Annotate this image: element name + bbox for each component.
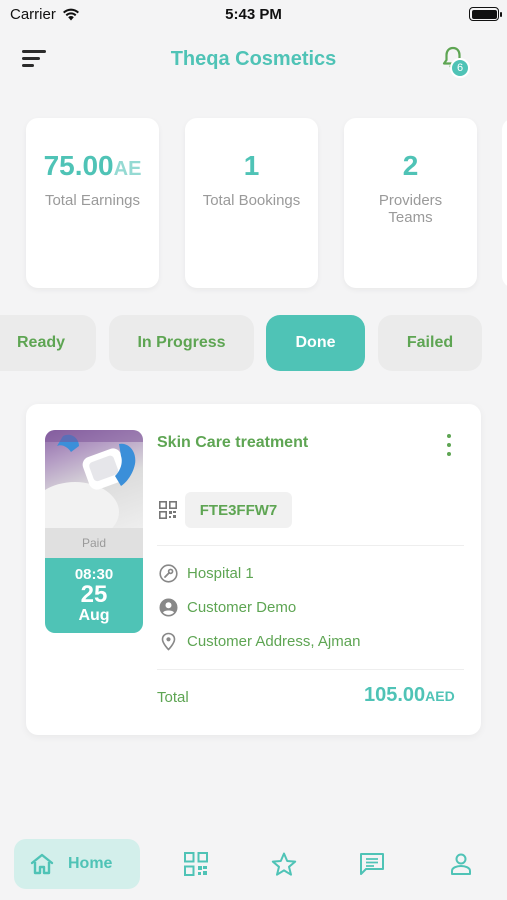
- user-icon: [451, 853, 471, 875]
- stat-card-next: [502, 118, 507, 288]
- total-amount: 105.00AED: [364, 684, 455, 706]
- wrench-icon: [159, 563, 178, 583]
- tab-failed[interactable]: Failed: [378, 315, 482, 371]
- stats-carousel[interactable]: 75.00AE Total Earnings 1 Total Bookings …: [26, 118, 507, 288]
- location-pin-icon: [161, 632, 176, 651]
- status-tabs: Ready In Progress Done Failed: [0, 315, 507, 371]
- wifi-icon: [62, 8, 79, 20]
- status-left: Carrier: [10, 6, 80, 23]
- divider: [157, 669, 464, 670]
- booking-thumbnail: Paid 08:30 25 Aug: [45, 430, 143, 633]
- app-title: Theqa Cosmetics: [170, 48, 337, 70]
- service-image: [45, 430, 143, 528]
- address-row: Customer Address, Ajman: [159, 630, 360, 652]
- nav-home[interactable]: Home: [14, 839, 140, 889]
- app-header: Theqa Cosmetics 6: [0, 40, 507, 80]
- tab-in-progress[interactable]: In Progress: [109, 315, 254, 371]
- carrier-label: Carrier: [10, 5, 56, 23]
- more-options-button[interactable]: [444, 434, 454, 456]
- stat-value-bookings: 1: [243, 150, 260, 181]
- nav-messages[interactable]: [358, 850, 386, 878]
- nav-profile[interactable]: [447, 850, 475, 878]
- customer-address: Customer Address, Ajman: [187, 632, 361, 650]
- notification-badge: 6: [450, 58, 470, 78]
- location-row: Hospital 1: [159, 562, 254, 584]
- booking-code: FTE3FFW7: [185, 492, 292, 528]
- customer-name: Customer Demo: [187, 598, 297, 616]
- message-icon: [360, 853, 384, 875]
- divider: [157, 545, 464, 546]
- bottom-nav: Home: [0, 836, 507, 890]
- service-name: Skin Care treatment: [157, 434, 309, 451]
- battery-icon: [469, 7, 502, 21]
- stat-card-providers: 2 Providers Teams: [344, 118, 477, 288]
- customer-row: Customer Demo: [159, 596, 296, 618]
- menu-button[interactable]: [22, 50, 48, 70]
- stat-label-providers: Providers Teams: [378, 192, 443, 226]
- booking-datetime: 08:30 25 Aug: [45, 558, 143, 633]
- booking-card[interactable]: Paid 08:30 25 Aug Skin Care treatment FT…: [26, 404, 481, 735]
- nav-home-label: Home: [68, 855, 113, 872]
- user-circle-icon: [159, 598, 178, 616]
- star-icon: [271, 852, 297, 876]
- notification-button[interactable]: 6: [438, 44, 474, 80]
- tab-done[interactable]: Done: [266, 315, 365, 371]
- nav-qr[interactable]: [182, 850, 210, 878]
- home-icon: [30, 853, 54, 875]
- qr-code-icon: [184, 852, 208, 876]
- stat-value-providers: 2: [402, 150, 419, 181]
- nav-favorites[interactable]: [270, 850, 298, 878]
- payment-status: Paid: [45, 528, 143, 558]
- qr-code-icon: [159, 501, 177, 519]
- stat-card-earnings: 75.00AE Total Earnings: [26, 118, 159, 288]
- total-label: Total: [157, 689, 189, 706]
- stat-label-bookings: Total Bookings: [202, 192, 301, 209]
- booking-month: Aug: [78, 607, 110, 624]
- tab-ready[interactable]: Ready: [0, 315, 96, 371]
- stat-card-bookings: 1 Total Bookings: [185, 118, 318, 288]
- status-bar: Carrier 5:43 PM: [0, 0, 507, 28]
- booking-day: 25: [80, 581, 108, 608]
- location-text: Hospital 1: [187, 564, 254, 582]
- stat-label-earnings: Total Earnings: [44, 192, 141, 209]
- stat-value-earnings: 75.00AE: [43, 150, 142, 181]
